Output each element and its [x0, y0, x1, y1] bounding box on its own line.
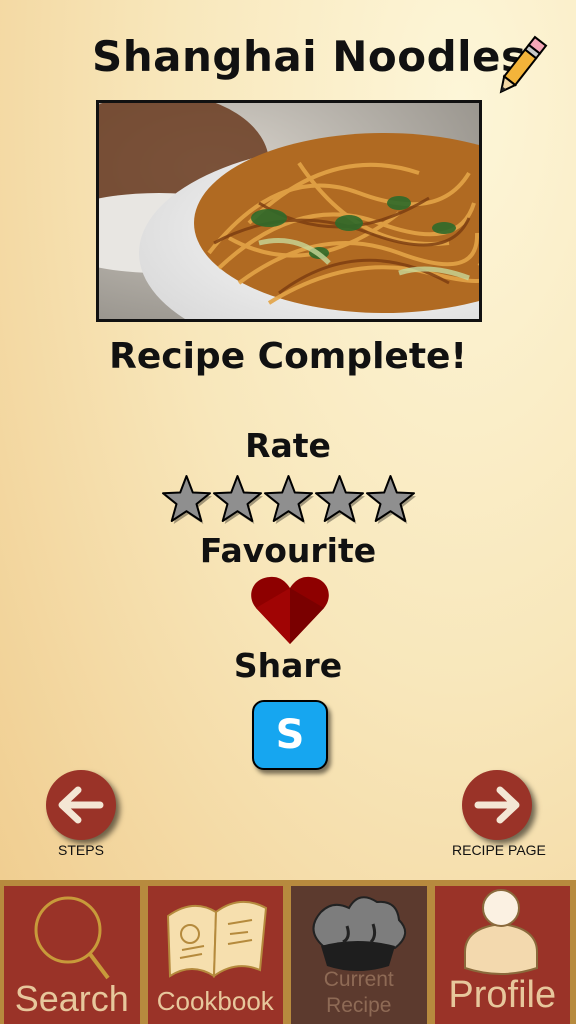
recipe-title: Shanghai Noodles — [92, 32, 527, 81]
star-icon[interactable] — [212, 474, 263, 525]
tab-cookbook-label: Cookbook — [156, 986, 274, 1016]
arrow-left-icon — [58, 786, 104, 824]
arrow-right-icon — [474, 786, 520, 824]
title-row: Shanghai Noodles — [0, 28, 576, 98]
steps-caption: STEPS — [58, 842, 104, 858]
back-to-steps-button[interactable] — [46, 770, 116, 840]
favourite-label: Favourite — [199, 531, 377, 570]
star-icon[interactable] — [314, 474, 365, 525]
recipe-page-caption: RECIPE PAGE — [452, 842, 546, 858]
star-icon[interactable] — [263, 474, 314, 525]
recipe-photo — [96, 100, 482, 322]
tab-cookbook[interactable]: Cookbook — [147, 886, 283, 1024]
tab-search-label: Search — [14, 978, 129, 1019]
bottom-tab-bar: Search Cookbook Current Recipe Profile — [0, 880, 576, 1024]
star-rating[interactable] — [161, 474, 416, 526]
recipe-complete-heading: Recipe Complete! — [109, 336, 467, 377]
skype-s-icon: S — [275, 712, 305, 758]
tab-current-recipe-label-line1: Current — [323, 968, 394, 991]
favourite-heart-icon[interactable] — [250, 574, 330, 646]
edit-pencil-icon[interactable] — [494, 30, 550, 100]
share-label: Share — [233, 646, 343, 685]
rate-label: Rate — [245, 426, 331, 465]
tab-current-recipe[interactable]: Current Recipe — [291, 886, 427, 1024]
share-button[interactable]: S — [252, 700, 328, 770]
tab-search[interactable]: Search — [4, 886, 140, 1024]
tab-current-recipe-label-line2: Recipe — [326, 994, 392, 1017]
tab-profile[interactable]: Profile — [434, 886, 570, 1024]
star-icon[interactable] — [161, 474, 212, 525]
recipe-page-button[interactable] — [462, 770, 532, 840]
star-icon[interactable] — [365, 474, 416, 525]
tab-profile-label: Profile — [448, 974, 557, 1016]
